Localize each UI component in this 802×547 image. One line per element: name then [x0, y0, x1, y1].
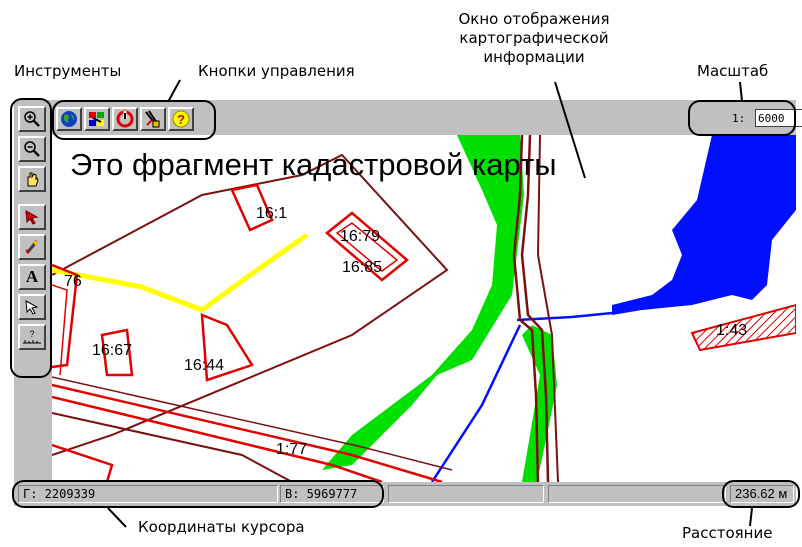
leader-scale: [739, 81, 743, 102]
leader-distance: [749, 507, 753, 527]
annotation-leader-lines: [107, 79, 753, 528]
leader-map-window: [554, 81, 586, 179]
leader-cursor-coords: [107, 507, 127, 528]
leader-control-buttons: [167, 79, 181, 103]
